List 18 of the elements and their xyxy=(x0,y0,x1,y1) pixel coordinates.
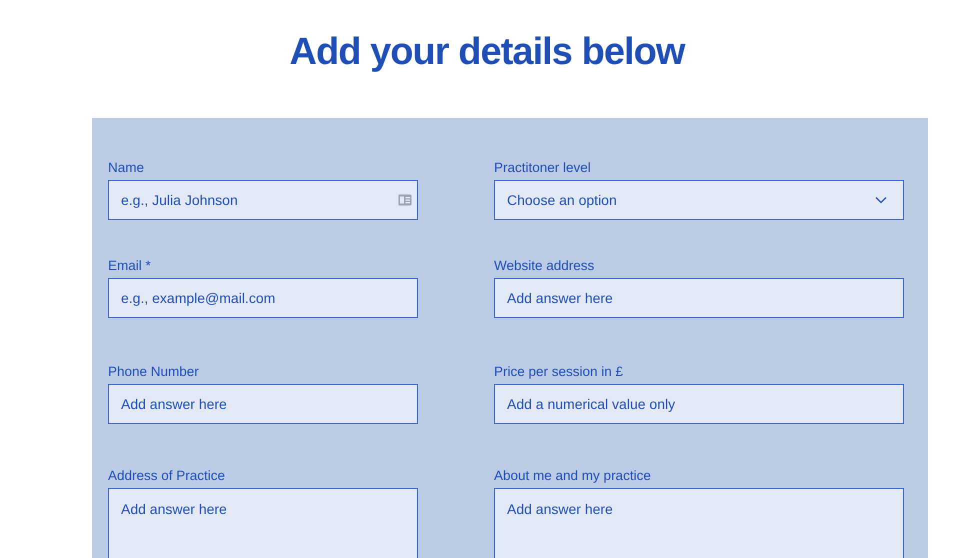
input-field[interactable]: Add a numerical value only xyxy=(494,384,904,424)
dropdown[interactable]: Choose an option xyxy=(494,180,904,220)
input-field[interactable]: e.g., Julia Johnson xyxy=(108,180,418,220)
field-label: Name xyxy=(108,159,146,177)
text-area[interactable]: Add answer here xyxy=(494,488,904,558)
field-label: Practitoner level xyxy=(494,159,592,177)
input-field[interactable]: Add answer here xyxy=(108,384,418,424)
text-area[interactable]: Add answer here xyxy=(108,488,418,558)
page-title: Add your details below xyxy=(288,30,686,75)
field-label: Website address xyxy=(494,257,596,275)
input-field[interactable]: e.g., example@mail.com xyxy=(108,278,418,318)
chevron-down-icon xyxy=(875,196,887,204)
field-label: Price per session in £ xyxy=(494,363,624,381)
input-field[interactable]: Add answer here xyxy=(494,278,904,318)
field-label: Phone Number xyxy=(108,363,200,381)
field-label: Address of Practice xyxy=(108,467,226,485)
field-label: About me and my practice xyxy=(494,467,652,485)
field-label: Email * xyxy=(108,257,152,275)
